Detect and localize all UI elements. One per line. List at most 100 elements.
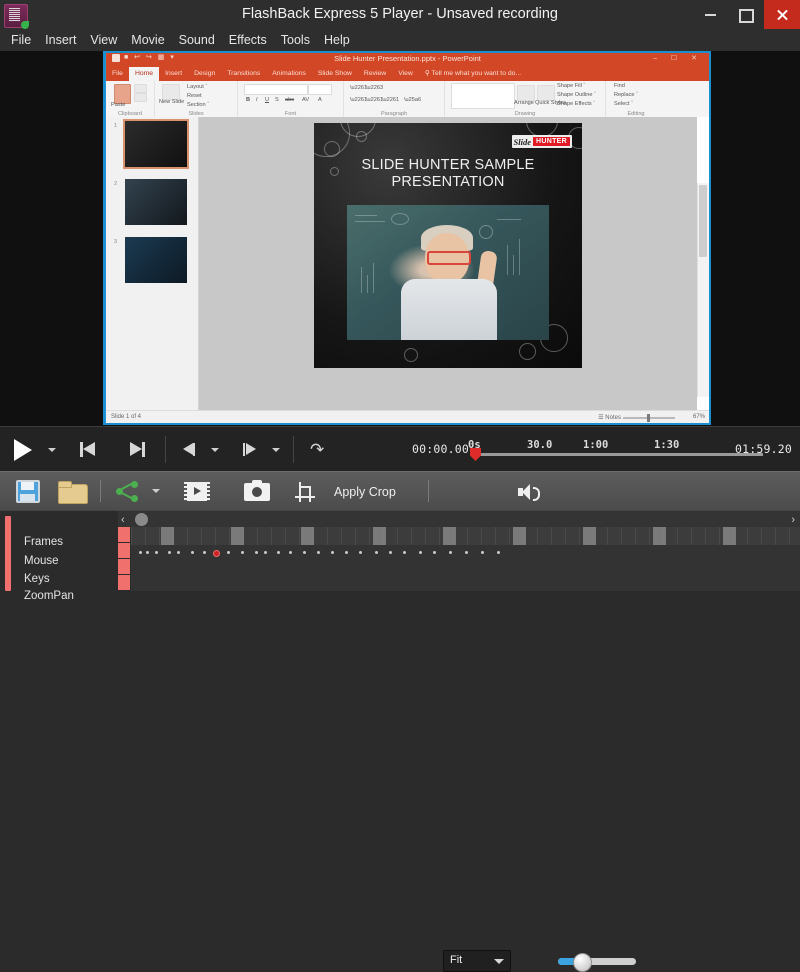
notes-button[interactable]: ☰ Notes <box>598 414 621 421</box>
track-label-keys[interactable]: Keys <box>24 573 50 585</box>
minimize-button[interactable] <box>692 0 728 29</box>
track-indicator-mouse[interactable] <box>118 543 130 559</box>
timeline-tracks-area[interactable] <box>131 527 800 591</box>
camera-snapshot-icon[interactable] <box>244 480 270 501</box>
reset-button[interactable]: Reset <box>187 93 202 99</box>
font-name-box[interactable] <box>244 84 308 95</box>
scroll-right-icon[interactable]: › <box>791 514 795 526</box>
volume-slider-track[interactable] <box>558 958 636 965</box>
arrange-icon[interactable] <box>517 85 535 101</box>
menu-item-help[interactable]: Help <box>317 29 357 51</box>
play-button[interactable] <box>14 439 32 461</box>
close-button[interactable] <box>764 0 800 29</box>
align-left-icon[interactable]: \u2261 <box>350 97 367 103</box>
section-button[interactable]: Section ˇ <box>187 102 209 108</box>
font-color-icon[interactable]: A <box>318 97 322 103</box>
ppt-tab-slide-show[interactable]: Slide Show <box>312 67 358 81</box>
replace-button[interactable]: Replace ˇ <box>614 92 638 98</box>
shapes-gallery[interactable] <box>451 83 515 109</box>
menu-item-movie[interactable]: Movie <box>124 29 171 51</box>
ppt-tab-review[interactable]: Review <box>358 67 392 81</box>
slide-title-text[interactable]: SLIDE HUNTER SAMPLE PRESENTATION <box>328 157 568 191</box>
align-center-icon[interactable]: \u2261 <box>366 97 383 103</box>
loop-playback-icon[interactable]: ↷ <box>310 441 324 458</box>
step-back-options-dropdown[interactable] <box>211 448 219 452</box>
track-indicator-zoompan[interactable] <box>118 575 130 591</box>
menu-item-insert[interactable]: Insert <box>38 29 83 51</box>
ppt-tab-view[interactable]: View <box>392 67 419 81</box>
current-slide[interactable]: Slide HUNTER SLIDE HUNTER SAMPLE PRESENT… <box>314 123 582 368</box>
slide-photo[interactable] <box>347 205 549 340</box>
volume-icon[interactable] <box>518 484 541 501</box>
menu-item-sound[interactable]: Sound <box>172 29 222 51</box>
scroll-left-icon[interactable]: ‹ <box>121 514 125 526</box>
apply-crop-button[interactable]: Apply Crop <box>334 485 396 499</box>
layout-button[interactable]: Layout ˇ <box>187 84 207 90</box>
open-folder-icon[interactable] <box>58 481 88 504</box>
share-icon[interactable] <box>116 481 138 502</box>
timeline-scroll-thumb[interactable] <box>135 513 148 526</box>
underline-icon[interactable]: U <box>265 97 269 103</box>
paste-icon[interactable] <box>114 84 131 104</box>
track-label-frames[interactable]: Frames <box>24 536 63 548</box>
track-label-mouse[interactable]: Mouse <box>24 555 59 567</box>
track-indicator-keys[interactable] <box>118 559 130 575</box>
italic-icon[interactable]: I <box>256 97 258 103</box>
slide-thumbnail-2[interactable] <box>125 179 187 225</box>
zoom-select[interactable]: Fit <box>443 950 511 972</box>
menu-item-file[interactable]: File <box>4 29 38 51</box>
ppt-tell-me-box[interactable]: ⚲ Tell me what you want to do... <box>419 67 527 81</box>
font-size-box[interactable] <box>308 84 332 95</box>
play-options-dropdown[interactable] <box>48 448 56 452</box>
track-label-zoompan[interactable]: ZoomPan <box>24 590 74 602</box>
strikethrough-icon[interactable]: abc <box>285 97 294 103</box>
step-forward-options-dropdown[interactable] <box>272 448 280 452</box>
numbering-icon[interactable]: \u2263 <box>366 85 383 91</box>
ppt-tab-design[interactable]: Design <box>188 67 221 81</box>
frames-track[interactable] <box>131 527 800 545</box>
ppt-tab-insert[interactable]: Insert <box>159 67 188 81</box>
scrollbar-thumb[interactable] <box>699 185 707 257</box>
bullets-icon[interactable]: \u2261 <box>350 85 367 91</box>
select-button[interactable]: Select ˇ <box>614 101 633 107</box>
mouse-event-selected[interactable] <box>213 550 220 557</box>
track-indicator-frames[interactable] <box>118 527 130 543</box>
shape-fill-button[interactable]: Shape Fill ˇ <box>557 83 585 89</box>
slide-thumbnail-3[interactable] <box>125 237 187 283</box>
convert-smartart-icon[interactable]: \u25a6 <box>404 97 421 103</box>
menu-item-effects[interactable]: Effects <box>222 29 274 51</box>
volume-slider-knob[interactable] <box>573 953 592 972</box>
shape-effects-button[interactable]: Shape Effects ˇ <box>557 101 595 107</box>
menu-item-tools[interactable]: Tools <box>274 29 317 51</box>
video-preview-stage[interactable]: ■ ↩ ↪ ▦ ▾ Slide Hunter Presentation.pptx… <box>0 51 800 426</box>
slide-thumbnail-pane[interactable]: 1 2 3 <box>106 117 199 411</box>
ppt-zoom-slider[interactable] <box>623 414 675 422</box>
find-button[interactable]: Find <box>614 83 625 89</box>
quick-styles-icon[interactable] <box>537 85 555 101</box>
export-movie-icon[interactable] <box>184 482 210 501</box>
slide-scrollbar[interactable] <box>697 183 709 397</box>
slide-thumbnail-1[interactable] <box>123 119 189 169</box>
crop-icon[interactable] <box>295 482 315 502</box>
new-slide-icon[interactable] <box>162 84 180 100</box>
ppt-tab-transitions[interactable]: Transitions <box>221 67 266 81</box>
shape-outline-button[interactable]: Shape Outline ˇ <box>557 92 596 98</box>
cut-icon[interactable] <box>134 84 147 93</box>
shadow-icon[interactable]: S <box>275 97 279 103</box>
align-right-icon[interactable]: \u2261 <box>382 97 399 103</box>
ppt-tab-file[interactable]: File <box>106 67 129 81</box>
bold-icon[interactable]: B <box>246 97 250 103</box>
share-options-dropdown[interactable] <box>152 489 160 493</box>
save-icon[interactable] <box>16 480 40 503</box>
character-spacing-icon[interactable]: AV <box>302 97 309 103</box>
ppt-tab-animations[interactable]: Animations <box>266 67 312 81</box>
maximize-button[interactable] <box>728 0 764 29</box>
mouse-track[interactable] <box>131 545 800 561</box>
ppt-document-title: Slide Hunter Presentation.pptx - PowerPo… <box>334 54 481 63</box>
ppt-tab-home[interactable]: Home <box>128 67 160 81</box>
menu-item-view[interactable]: View <box>83 29 124 51</box>
copy-icon[interactable] <box>134 93 147 102</box>
timeline-horizontal-scrollbar[interactable]: ‹ › <box>118 511 800 527</box>
timeline-scrubber[interactable] <box>473 453 763 456</box>
slide-editing-area[interactable]: Slide HUNTER SLIDE HUNTER SAMPLE PRESENT… <box>199 117 697 411</box>
